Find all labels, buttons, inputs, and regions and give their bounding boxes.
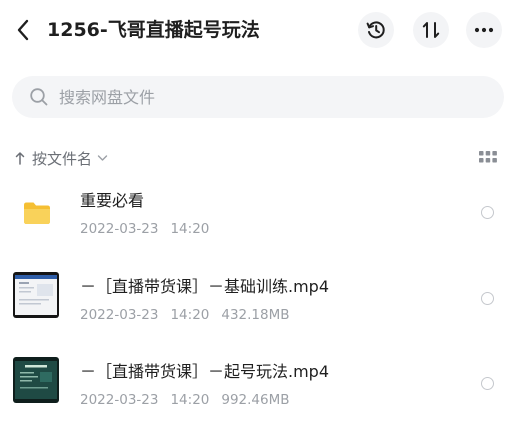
video-thumbnail: [13, 272, 59, 318]
history-icon: [366, 21, 385, 39]
file-meta: 2022-03-23 14:20 432.18MB: [80, 305, 302, 325]
file-name: －［直播带货课］－基础训练.mp4: [80, 277, 330, 296]
select-radio[interactable]: [481, 292, 494, 305]
sort-arrows-icon: [422, 22, 440, 38]
file-date: 2022-03-23: [80, 307, 159, 323]
file-name: －［直播带货课］－起号玩法.mp4: [80, 362, 330, 381]
sort-order-button[interactable]: [413, 12, 449, 48]
history-button[interactable]: [358, 12, 394, 48]
list-item-folder[interactable]: 重要必看 2022-03-23 14:20: [0, 172, 520, 256]
file-meta: 2022-03-23 14:20 992.46MB: [80, 390, 302, 410]
file-time: 14:20: [170, 392, 210, 408]
arrow-up-icon: [15, 152, 25, 165]
more-horizontal-icon: [474, 27, 494, 33]
video-thumbnail: [13, 357, 59, 403]
file-time: 14:20: [170, 307, 210, 323]
list-item-video[interactable]: －［直播带货课］－基础训练.mp4 2022-03-23 14:20 432.18M…: [0, 258, 520, 342]
folder-icon: [24, 202, 50, 224]
file-browser-page: 1256-飞哥直播起号玩法 搜索网盘文件 按文件名 重要必看 2022-03-2…: [0, 0, 520, 424]
file-time: 14:20: [170, 221, 210, 237]
file-meta: 2022-03-23 14:20: [80, 219, 221, 239]
grid-view-icon[interactable]: [479, 150, 497, 166]
file-date: 2022-03-23: [80, 392, 159, 408]
search-bar[interactable]: [12, 76, 504, 118]
search-input[interactable]: [59, 82, 479, 112]
select-radio[interactable]: [481, 377, 494, 390]
file-size: 992.46MB: [221, 392, 290, 408]
list-item-video[interactable]: －［直播带货课］－起号玩法.mp4 2022-03-23 14:20 992.46M…: [0, 343, 520, 424]
more-button[interactable]: [466, 12, 502, 48]
back-button[interactable]: [12, 17, 34, 43]
header: 1256-飞哥直播起号玩法: [0, 0, 520, 62]
sort-label: 按文件名: [32, 149, 93, 168]
file-date: 2022-03-23: [80, 221, 159, 237]
sort-by-name-control[interactable]: 按文件名: [14, 146, 108, 170]
select-radio[interactable]: [481, 206, 494, 219]
chevron-down-icon: [97, 155, 108, 161]
file-name: 重要必看: [80, 191, 145, 210]
chevron-left-icon: [17, 19, 29, 41]
page-title: 1256-飞哥直播起号玩法: [47, 19, 260, 41]
file-size: 432.18MB: [221, 307, 290, 323]
search-icon: [30, 88, 48, 106]
